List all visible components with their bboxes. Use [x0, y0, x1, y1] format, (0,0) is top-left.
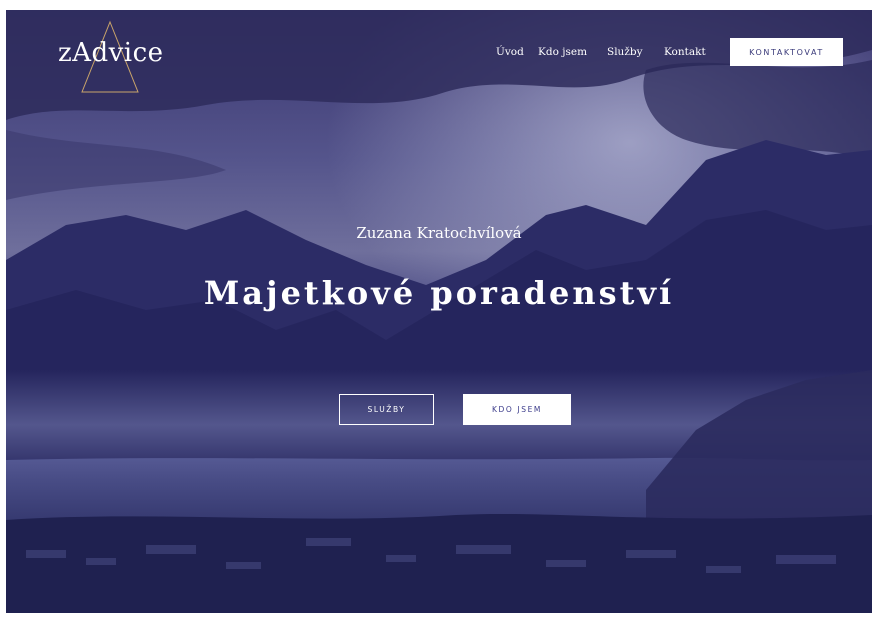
logo[interactable]: zAdvice	[58, 20, 168, 94]
nav-item-uvod[interactable]: Úvod	[496, 46, 524, 58]
nav-item-kontakt[interactable]: Kontakt	[664, 46, 706, 58]
sluzby-button[interactable]: SLUŽBY	[339, 394, 434, 425]
kontaktovat-button[interactable]: KONTAKTOVAT	[730, 38, 843, 66]
logo-text: zAdvice	[58, 38, 164, 68]
nav-item-kdo-jsem[interactable]: Kdo jsem	[538, 46, 587, 58]
nav-item-sluzby[interactable]: Služby	[607, 46, 643, 58]
kdo-jsem-button[interactable]: KDO JSEM	[463, 394, 571, 425]
hero-section: zAdvice Úvod Kdo jsem Služby Kontakt KON…	[6, 10, 872, 613]
page: zAdvice Úvod Kdo jsem Služby Kontakt KON…	[0, 0, 878, 619]
hero-subtitle: Zuzana Kratochvílová	[356, 224, 522, 242]
hero-headline: Majetkové poradenství	[203, 274, 675, 312]
